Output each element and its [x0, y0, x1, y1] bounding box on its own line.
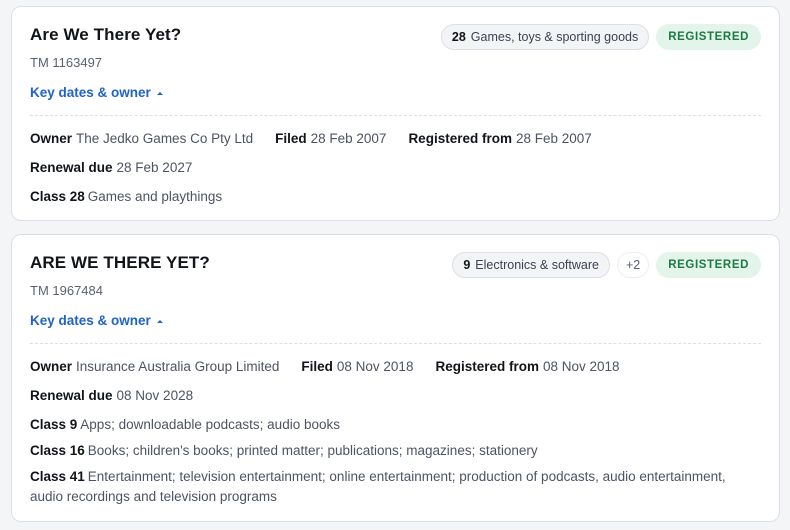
more-classes-tag[interactable]: +2 [616, 252, 650, 278]
renewal-label: Renewal due [30, 160, 113, 175]
registered-label: Registered from [435, 359, 539, 374]
class-description: Entertainment; television entertainment;… [30, 469, 726, 504]
renewal-field: Renewal due 28 Feb 2027 [30, 158, 192, 178]
caret-up-icon [156, 319, 163, 323]
renewal-field: Renewal due 08 Nov 2028 [30, 386, 193, 406]
tm-number: TM 1163497 [30, 55, 103, 70]
details-section: Owner Insurance Australia Group Limited F… [30, 357, 755, 513]
owner-field: Owner The Jedko Games Co Pty Ltd [30, 129, 253, 149]
class-tag[interactable]: 28 Games, toys & sporting goods [440, 24, 650, 50]
trademark-card: Are We There Yet? 28 Games, toys & sport… [11, 6, 780, 221]
renewal-value: 08 Nov 2028 [116, 388, 194, 403]
class-item: Class 28 Games and playthings [30, 187, 755, 207]
key-dates-toggle[interactable]: Key dates & owner [30, 313, 163, 328]
registered-field: Registered from 28 Feb 2007 [408, 129, 591, 149]
details-row: Renewal due 08 Nov 2028 [30, 386, 755, 406]
status-badge: REGISTERED [656, 24, 761, 50]
owner-value: The Jedko Games Co Pty Ltd [76, 131, 254, 146]
class-description: Apps; downloadable podcasts; audio books [80, 417, 340, 432]
divider [30, 343, 761, 344]
renewal-value: 28 Feb 2027 [116, 160, 193, 175]
class-label: Class 9 [30, 417, 78, 432]
class-tag-label: Electronics & software [475, 258, 599, 272]
class-tag-number: 28 [451, 30, 466, 44]
owner-label: Owner [30, 131, 73, 146]
trademark-title[interactable]: Are We There Yet? [30, 25, 181, 45]
class-item: Class 16 Books; children's books; printed… [30, 441, 755, 461]
filed-label: Filed [275, 131, 307, 146]
owner-field: Owner Insurance Australia Group Limited [30, 357, 279, 377]
key-dates-toggle[interactable]: Key dates & owner [30, 85, 163, 100]
class-tag-label: Games, toys & sporting goods [470, 30, 639, 44]
registered-label: Registered from [408, 131, 512, 146]
divider [30, 115, 761, 116]
class-description: Games and playthings [87, 189, 223, 204]
details-row: Renewal due 28 Feb 2027 [30, 158, 755, 178]
filed-label: Filed [301, 359, 333, 374]
trademark-card: ARE WE THERE YET? 9 Electronics & softwa… [11, 234, 780, 522]
details-row: Owner Insurance Australia Group Limited F… [30, 357, 755, 377]
details-section: Owner The Jedko Games Co Pty Ltd Filed 28 … [30, 129, 755, 213]
details-row: Owner The Jedko Games Co Pty Ltd Filed 28 … [30, 129, 755, 149]
class-tag[interactable]: 9 Electronics & software [452, 252, 610, 278]
renewal-label: Renewal due [30, 388, 113, 403]
registered-field: Registered from 08 Nov 2018 [435, 357, 619, 377]
tag-group: 28 Games, toys & sporting goods REGISTER… [440, 24, 761, 50]
key-dates-label: Key dates & owner [30, 85, 151, 100]
class-item: Class 9 Apps; downloadable podcasts; audi… [30, 415, 755, 435]
tag-group: 9 Electronics & software +2 REGISTERED [452, 252, 761, 278]
class-label: Class 28 [30, 189, 85, 204]
filed-field: Filed 08 Nov 2018 [301, 357, 413, 377]
class-tag-number: 9 [463, 258, 471, 272]
filed-value: 08 Nov 2018 [336, 359, 414, 374]
filed-value: 28 Feb 2007 [310, 131, 387, 146]
trademark-title[interactable]: ARE WE THERE YET? [30, 253, 210, 273]
tm-number: TM 1967484 [30, 283, 103, 298]
owner-label: Owner [30, 359, 73, 374]
owner-value: Insurance Australia Group Limited [76, 359, 280, 374]
class-description: Books; children's books; printed matter;… [87, 443, 538, 458]
filed-field: Filed 28 Feb 2007 [275, 129, 386, 149]
class-item: Class 41 Entertainment; television entert… [30, 467, 755, 507]
caret-up-icon [156, 91, 163, 95]
key-dates-label: Key dates & owner [30, 313, 151, 328]
status-badge: REGISTERED [656, 252, 761, 278]
class-label: Class 16 [30, 443, 85, 458]
registered-value: 28 Feb 2007 [515, 131, 592, 146]
class-label: Class 41 [30, 469, 85, 484]
registered-value: 08 Nov 2018 [542, 359, 620, 374]
